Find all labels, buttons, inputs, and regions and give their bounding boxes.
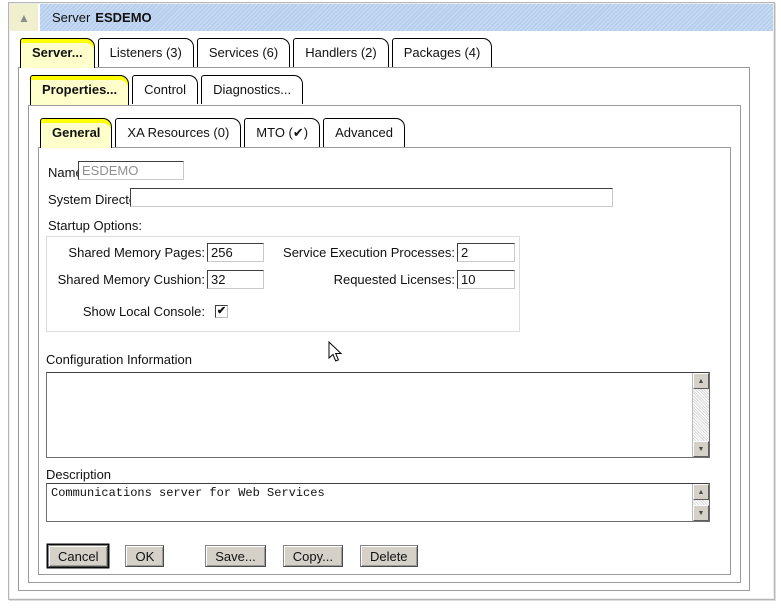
- header-title-prefix: Server: [52, 10, 90, 25]
- startup-row-1: Shared Memory Pages: Service Execution P…: [49, 242, 517, 262]
- tab-row-level2: Properties... Control Diagnostics...: [30, 75, 303, 105]
- scroll-up-icon: ▲: [698, 378, 705, 385]
- service-execution-processes-input[interactable]: [457, 243, 515, 262]
- general-panel: Name System Directory: Startup Options: …: [38, 147, 731, 575]
- description-content: Communications server for Web Services: [47, 484, 692, 521]
- shared-memory-pages-label: Shared Memory Pages:: [49, 245, 205, 260]
- cancel-button[interactable]: Cancel: [48, 545, 108, 567]
- tab-packages[interactable]: Packages (4): [392, 38, 493, 67]
- configuration-information-textarea[interactable]: ▲ ▼: [46, 372, 710, 458]
- startup-row-2: Shared Memory Cushion: Requested License…: [49, 269, 517, 289]
- shared-memory-cushion-input[interactable]: [207, 270, 264, 289]
- show-local-console-checkbox[interactable]: ✔: [215, 305, 228, 318]
- tab-listeners[interactable]: Listeners (3): [98, 38, 194, 67]
- name-input: [78, 161, 184, 180]
- tab-diagnostics[interactable]: Diagnostics...: [201, 75, 303, 104]
- startup-row-3: Show Local Console: ✔: [49, 301, 517, 321]
- tab-handlers[interactable]: Handlers (2): [293, 38, 389, 67]
- scroll-up-icon: ▲: [698, 489, 705, 496]
- service-execution-processes-label: Service Execution Processes:: [266, 245, 455, 260]
- triangle-up-icon: ▲: [18, 12, 30, 24]
- tab-general[interactable]: General: [40, 118, 112, 148]
- system-directory-input[interactable]: [130, 188, 613, 207]
- shared-memory-pages-input[interactable]: [207, 243, 264, 262]
- scroll-down-button[interactable]: ▼: [693, 505, 709, 521]
- tab-services[interactable]: Services (6): [197, 38, 290, 67]
- startup-options-group: Shared Memory Pages: Service Execution P…: [46, 236, 520, 332]
- requested-licenses-input[interactable]: [457, 270, 515, 289]
- header: ▲ Server ESDEMO: [10, 4, 773, 31]
- tab-server[interactable]: Server...: [20, 38, 95, 68]
- tab-control[interactable]: Control: [132, 75, 198, 104]
- copy-button[interactable]: Copy...: [283, 545, 343, 567]
- tab-advanced[interactable]: Advanced: [323, 118, 405, 147]
- configuration-scrollbar[interactable]: ▲ ▼: [692, 373, 709, 457]
- tab-properties[interactable]: Properties...: [30, 75, 129, 105]
- header-title-name: ESDEMO: [95, 10, 151, 25]
- configuration-information-content: [47, 373, 692, 457]
- shared-memory-cushion-label: Shared Memory Cushion:: [49, 272, 205, 287]
- scroll-up-button[interactable]: ▲: [693, 484, 709, 500]
- scroll-down-button[interactable]: ▼: [693, 441, 709, 457]
- ok-button[interactable]: OK: [125, 545, 164, 567]
- scroll-down-icon: ▼: [698, 510, 705, 517]
- description-textarea[interactable]: Communications server for Web Services ▲…: [46, 483, 710, 522]
- header-title-bar: Server ESDEMO: [40, 4, 773, 31]
- description-label: Description: [46, 467, 111, 482]
- show-local-console-label: Show Local Console:: [49, 304, 205, 319]
- tab-row-level1: Server... Listeners (3) Services (6) Han…: [20, 38, 492, 68]
- tab-mto[interactable]: MTO (✔): [244, 118, 320, 147]
- server-panel: Properties... Control Diagnostics... Gen…: [18, 67, 750, 591]
- description-scrollbar[interactable]: ▲ ▼: [692, 484, 709, 521]
- tab-row-level3: General XA Resources (0) MTO (✔) Advance…: [40, 118, 405, 148]
- collapse-box[interactable]: ▲: [10, 4, 38, 31]
- configuration-information-label: Configuration Information: [46, 352, 192, 367]
- startup-options-label: Startup Options:: [48, 218, 142, 233]
- save-button[interactable]: Save...: [205, 545, 265, 567]
- properties-panel: General XA Resources (0) MTO (✔) Advance…: [28, 105, 741, 583]
- page-frame: ▲ Server ESDEMO Server... Listeners (3) …: [8, 2, 775, 600]
- scroll-down-icon: ▼: [698, 446, 705, 453]
- requested-licenses-label: Requested Licenses:: [266, 272, 455, 287]
- button-row: Cancel OK Save... Copy... Delete: [48, 545, 418, 567]
- delete-button[interactable]: Delete: [360, 545, 418, 567]
- tab-xa-resources[interactable]: XA Resources (0): [115, 118, 241, 147]
- scroll-up-button[interactable]: ▲: [693, 373, 709, 389]
